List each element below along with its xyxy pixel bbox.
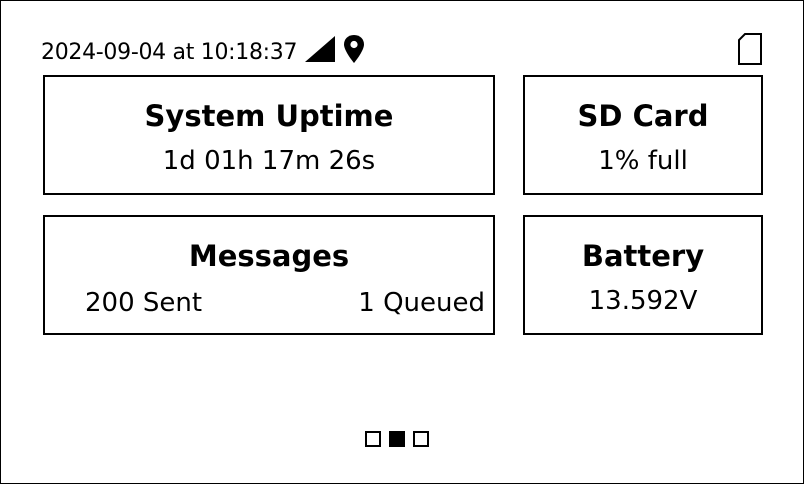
battery-card: Battery 13.592V (523, 215, 763, 335)
sd-card-value: 1% full (598, 146, 688, 176)
battery-voltage: 13.592V (588, 286, 698, 316)
system-uptime-card: System Uptime 1d 01h 17m 26s (43, 75, 495, 195)
page-dot (365, 431, 381, 447)
messages-queued-count: 1 Queued (358, 288, 485, 318)
page-dot-active (389, 431, 405, 447)
messages-title: Messages (188, 239, 350, 273)
device-screen: 2024-09-04 at 10:18:37 System Uptime 1d … (0, 0, 804, 484)
messages-card: Messages 200 Sent 1 Queued (43, 215, 495, 335)
sd-card-card: SD Card 1% full (523, 75, 763, 195)
datetime-label: 2024-09-04 at 10:18:37 (41, 40, 298, 65)
sd-card-title: SD Card (577, 99, 709, 133)
status-bar: 2024-09-04 at 10:18:37 (41, 34, 365, 72)
battery-title: Battery (581, 239, 705, 273)
location-pin-icon (343, 34, 365, 72)
messages-sent-count: 200 Sent (85, 288, 203, 318)
system-uptime-value: 1d 01h 17m 26s (162, 146, 376, 176)
page-dot (413, 431, 429, 447)
page-indicator (365, 431, 429, 447)
signal-icon (303, 34, 337, 72)
system-uptime-title: System Uptime (144, 99, 394, 133)
sd-card-icon (737, 32, 763, 70)
